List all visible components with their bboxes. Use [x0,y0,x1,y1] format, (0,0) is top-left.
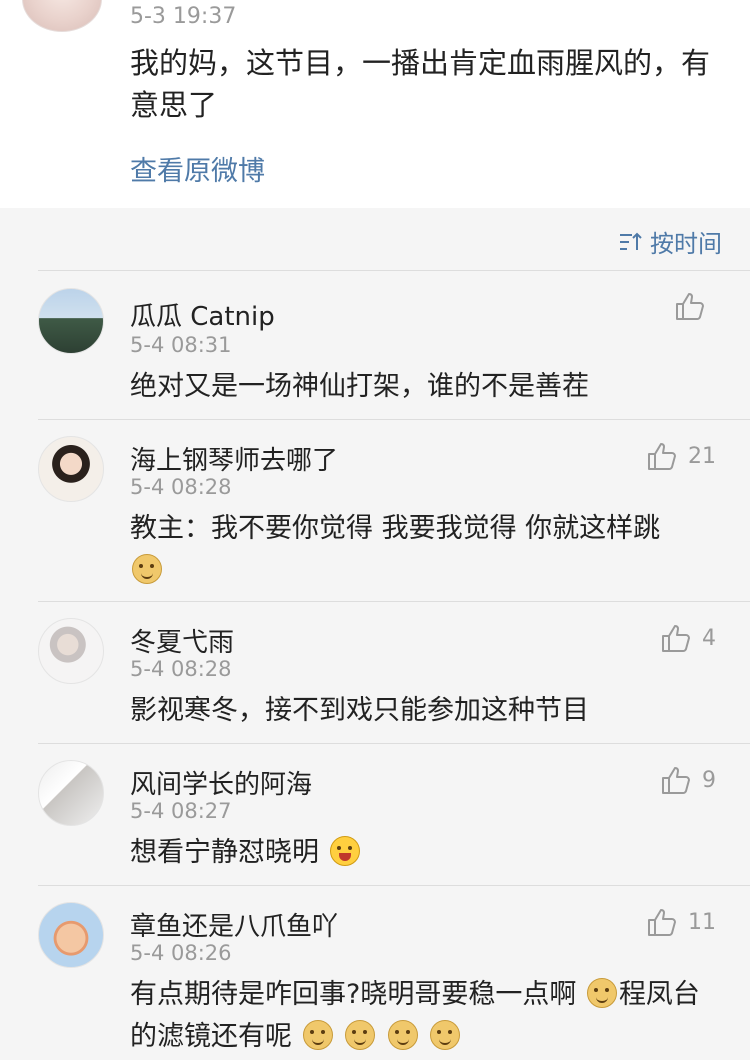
like-button[interactable]: 9 [660,764,716,796]
comment-time: 5-4 08:28 [130,657,232,681]
divider [38,601,750,602]
doge-emoji-icon [430,1020,461,1050]
comment-time: 5-4 08:26 [130,941,232,965]
comment-text-line: 想看宁静怼晓明 [130,837,319,868]
commenter-name[interactable]: 瓜瓜 Catnip [130,296,275,333]
like-count: 9 [702,767,716,793]
post-time: 5-3 19:37 [130,4,237,29]
comment-text: 教主：我不要你觉得 我要我觉得 你就这样跳 [130,508,710,592]
commenter-name[interactable]: 冬夏弋雨 [130,622,234,659]
divider [38,743,750,744]
like-button[interactable]: 4 [660,622,716,654]
doge-emoji-icon [345,1020,376,1050]
commenter-name[interactable]: 章鱼还是八爪鱼吖 [130,906,338,943]
sort-label: 按时间 [650,230,722,258]
grin-emoji-icon [329,836,360,866]
top-post-card: 5-3 19:37 我的妈，这节目，一播出肯定血雨腥风的，有意思了 查看原微博 [0,0,750,208]
commenter-name[interactable]: 风间学长的阿海 [130,764,312,801]
doge-emoji-icon [132,554,162,584]
comment-time: 5-4 08:28 [130,475,232,499]
comment-text: 绝对又是一场神仙打架，谁的不是善茬 [130,371,589,402]
thumbs-up-icon [646,440,678,472]
comment-text: 影视寒冬，接不到戏只能参加这种节目 [130,695,589,726]
like-button[interactable] [674,290,716,322]
doge-emoji-icon [302,1020,333,1050]
avatar[interactable] [38,436,104,502]
like-button[interactable]: 21 [646,440,716,472]
view-original-link[interactable]: 查看原微博 [130,149,265,188]
comment-text-line: 教主：我不要你觉得 我要我觉得 你就这样跳 [130,513,661,544]
avatar[interactable] [38,288,104,354]
comment-text-line: 有点期待是咋回事?晓明哥要稳一点啊 [130,979,577,1010]
like-count: 21 [688,443,716,469]
comment-time: 5-4 08:27 [130,799,232,823]
avatar[interactable] [38,902,104,968]
comment-text: 有点期待是咋回事?晓明哥要稳一点啊 程凤台的滤镜还有呢 [130,974,710,1058]
post-text: 我的妈，这节目，一播出肯定血雨腥风的，有意思了 [130,46,711,122]
like-count: 11 [688,909,716,935]
doge-emoji-icon [586,978,617,1008]
divider [38,270,750,271]
comment-time: 5-4 08:31 [130,333,232,357]
like-count: 4 [702,625,716,651]
avatar[interactable] [38,760,104,826]
sort-by-time-button[interactable]: 按时间 [618,224,722,259]
comment-text: 想看宁静怼晓明 [130,832,710,874]
sort-icon [618,231,642,253]
like-button[interactable]: 11 [646,906,716,938]
avatar[interactable] [38,618,104,684]
avatar[interactable] [22,0,102,32]
commenter-name[interactable]: 海上钢琴师去哪了 [130,440,338,477]
thumbs-up-icon [674,290,706,322]
thumbs-up-icon [646,906,678,938]
thumbs-up-icon [660,764,692,796]
thumbs-up-icon [660,622,692,654]
doge-emoji-icon [387,1020,418,1050]
divider [38,419,750,420]
divider [38,885,750,886]
